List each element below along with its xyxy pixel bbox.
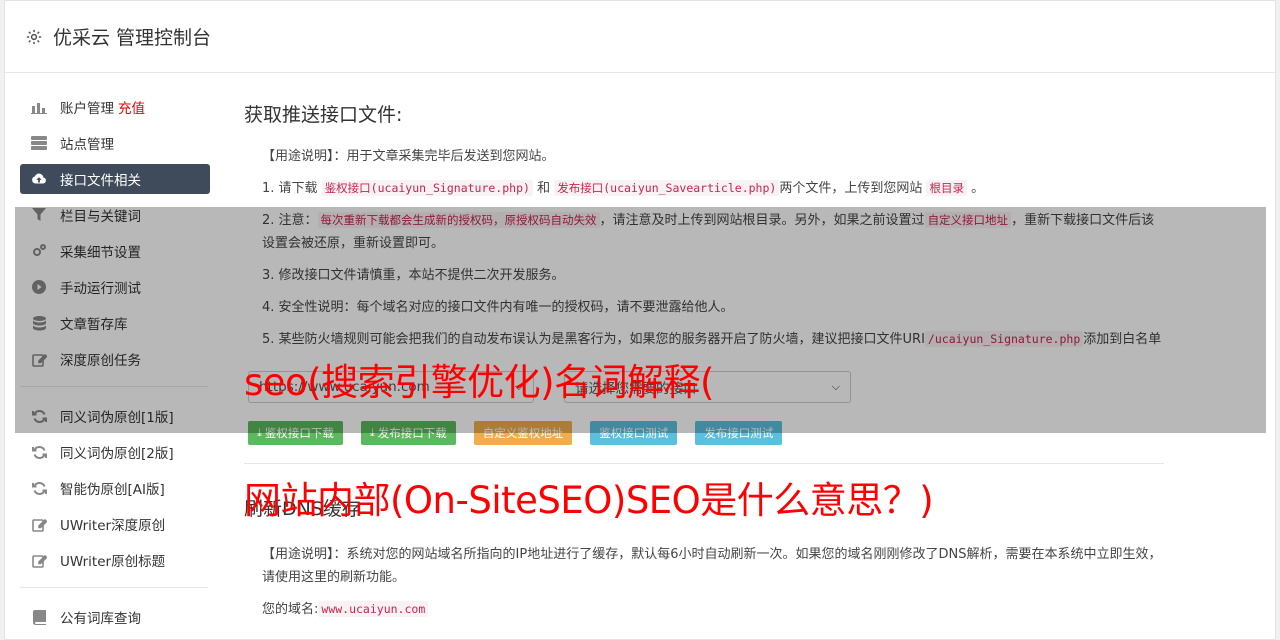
instruction-1: 1. 请下载 鉴权接口(ucaiyun_Signature.php) 和 发布接… xyxy=(262,177,1164,200)
refresh-icon xyxy=(31,408,47,424)
text: 两个文件，上传到您网站 xyxy=(779,181,923,196)
sidebar-divider xyxy=(20,386,208,387)
sidebar-item-label: UWriter原创标题 xyxy=(60,554,166,570)
custom-url-code: 自定义接口地址 xyxy=(924,212,1012,228)
sidebar-item-label: 接口文件相关 xyxy=(60,173,141,189)
edit-icon xyxy=(31,552,47,568)
sidebar-item-label: 站点管理 xyxy=(60,137,114,153)
sidebar-item-label: 同义词伪原创[2版] xyxy=(60,446,174,462)
edit-icon xyxy=(31,516,47,532)
sidebar-item-sites[interactable]: 站点管理 xyxy=(20,128,210,158)
button-row: ⤓ 鉴权接口下载 ⤓ 发布接口下载 自定义鉴权地址 鉴权接口测试 发布接口测试 xyxy=(248,421,1164,445)
download-icon: ⤓ xyxy=(369,426,375,439)
text: 和 xyxy=(537,181,551,196)
recharge-link[interactable]: 充值 xyxy=(118,97,145,117)
button-label: 发布接口下载 xyxy=(377,426,447,440)
usage-text: ：系统对您的网站域名所指向的IP地址进行了缓存，默认每6小时自动刷新一次。如果您… xyxy=(262,547,1162,585)
page-title: 优采云 管理控制台 xyxy=(53,27,212,49)
sidebar-item-columns-keywords[interactable]: 栏目与关键词 xyxy=(20,200,210,230)
text: 添加到白名单 xyxy=(1083,332,1162,347)
book-icon xyxy=(31,609,47,625)
sign-download-button[interactable]: ⤓ 鉴权接口下载 xyxy=(248,421,343,445)
sidebar-item-label: 深度原创任务 xyxy=(60,353,141,369)
sidebar-item-synonym-v1[interactable]: 同义词伪原创[1版] xyxy=(20,401,210,431)
sidebar-item-label: 采集细节设置 xyxy=(60,245,141,261)
section-title-interface-files: 获取推送接口文件: xyxy=(244,104,403,126)
sidebar-item-label: 同义词伪原创[1版] xyxy=(60,410,174,426)
sidebar-item-uwriter-deep[interactable]: UWriter深度原创 xyxy=(20,509,210,539)
sidebar-item-label: 账户管理 xyxy=(60,101,114,117)
instruction-2: 2. 注意： 每次重新下载都会生成新的授权码，原授权码自动失效 ，请注意及时上传到网… xyxy=(262,209,1164,255)
sidebar-divider xyxy=(20,587,208,588)
sidebar-item-manual-run[interactable]: 手动运行测试 xyxy=(20,272,210,302)
sign-file-code: 鉴权接口(ucaiyun_Signature.php) xyxy=(321,180,533,196)
watermark-line-1: seo(搜索引擎优化)名词解释( xyxy=(244,361,714,404)
top-header: 优采云 管理控制台 xyxy=(5,1,1275,73)
button-label: 自定义鉴权地址 xyxy=(482,426,564,440)
sidebar-item-synonym-v2[interactable]: 同义词伪原创[2版] xyxy=(20,437,210,467)
cloud-upload-icon xyxy=(31,171,47,187)
sidebar-item-label: 文章暂存库 xyxy=(60,317,128,333)
play-icon xyxy=(31,279,47,295)
text: 5. 某些防火墙规则可能会把我们的自动发布误认为是黑客行为，如果您的服务器开启了… xyxy=(262,332,925,347)
download-icon: ⤓ xyxy=(257,426,262,439)
section-divider xyxy=(244,463,1164,464)
publish-file-code: 发布接口(ucaiyun_Savearticle.php) xyxy=(554,180,780,196)
edit-icon xyxy=(31,351,47,367)
instruction-5: 5. 某些防火墙规则可能会把我们的自动发布误认为是黑客行为，如果您的服务器开启了… xyxy=(262,328,1164,351)
sidebar-item-interface-files[interactable]: 接口文件相关 xyxy=(20,164,210,194)
text: 1. 请下载 xyxy=(262,181,318,196)
domain-line: 您的域名: www.ucaiyun.com xyxy=(262,598,1164,621)
usage-tag: 【用途说明】 xyxy=(262,149,334,164)
sidebar: 账户管理 充值 站点管理 接口文件相关 栏目与关键词 采集细节设置 手动运行测试… xyxy=(20,92,210,638)
watermark-line-2: 网站内部(On-SiteSEO)SEO是什么意思？) xyxy=(244,479,934,522)
domain-label: 您的域名: xyxy=(262,602,319,617)
refresh-icon xyxy=(31,480,47,496)
custom-sign-url-button[interactable]: 自定义鉴权地址 xyxy=(473,421,573,445)
dns-usage-note: 【用途说明】：系统对您的网站域名所指向的IP地址进行了缓存，默认每6小时自动刷新… xyxy=(262,543,1164,589)
sidebar-item-public-lexicon[interactable]: 公有词库查询 xyxy=(20,602,210,632)
database-icon xyxy=(31,315,47,331)
refresh-icon xyxy=(31,444,47,460)
gear-icon xyxy=(26,29,42,44)
chevron-down-icon: ⌵ xyxy=(831,380,840,393)
usage-note: 【用途说明】：用于文章采集完毕后发送到您网站。 xyxy=(262,145,1164,168)
sign-test-button[interactable]: 鉴权接口测试 xyxy=(590,421,678,445)
sidebar-item-ai-rewrite[interactable]: 智能伪原创[AI版] xyxy=(20,473,210,503)
sidebar-item-label: UWriter深度原创 xyxy=(60,518,166,534)
sidebar-item-label: 智能伪原创[AI版] xyxy=(60,482,165,498)
publish-test-button[interactable]: 发布接口测试 xyxy=(695,421,783,445)
button-label: 发布接口测试 xyxy=(704,426,774,440)
cogs-icon xyxy=(31,243,47,259)
publish-download-button[interactable]: ⤓ 发布接口下载 xyxy=(360,421,456,445)
domain-value: www.ucaiyun.com xyxy=(318,601,429,617)
sidebar-item-collect-settings[interactable]: 采集细节设置 xyxy=(20,236,210,266)
usage-text: ：用于文章采集完毕后发送到您网站。 xyxy=(333,149,555,164)
instruction-3: 3. 修改接口文件请慎重，本站不提供二次开发服务。 xyxy=(262,268,565,283)
sidebar-item-label: 手动运行测试 xyxy=(60,281,141,297)
root-dir-code: 根目录 xyxy=(926,180,967,196)
text: 2. 注意： xyxy=(262,213,318,228)
sidebar-item-account[interactable]: 账户管理 充值 xyxy=(20,92,210,122)
sidebar-item-deep-original-tasks[interactable]: 深度原创任务 xyxy=(20,344,210,374)
sidebar-item-label: 公有词库查询 xyxy=(60,611,141,627)
instruction-4: 4. 安全性说明：每个域名对应的接口文件内有唯一的授权码，请不要泄露给他人。 xyxy=(262,300,734,315)
usage-tag: 【用途说明】 xyxy=(262,547,334,562)
button-label: 鉴权接口下载 xyxy=(264,426,334,440)
signature-uri-code: /ucaiyun_Signature.php xyxy=(924,331,1084,347)
sidebar-item-label: 栏目与关键词 xyxy=(60,209,141,225)
text: ，请注意及时上传到网站根目录。另外，如果之前设置过 xyxy=(599,213,925,228)
sidebar-item-uwriter-title[interactable]: UWriter原创标题 xyxy=(20,545,210,575)
text: 。 xyxy=(971,181,985,196)
warning-code: 每次重新下载都会生成新的授权码，原授权码自动失效 xyxy=(317,212,600,228)
sidebar-item-article-store[interactable]: 文章暂存库 xyxy=(20,308,210,338)
filter-icon xyxy=(31,207,47,223)
server-icon xyxy=(31,135,47,151)
bar-chart-icon xyxy=(31,99,47,115)
button-label: 鉴权接口测试 xyxy=(599,426,669,440)
